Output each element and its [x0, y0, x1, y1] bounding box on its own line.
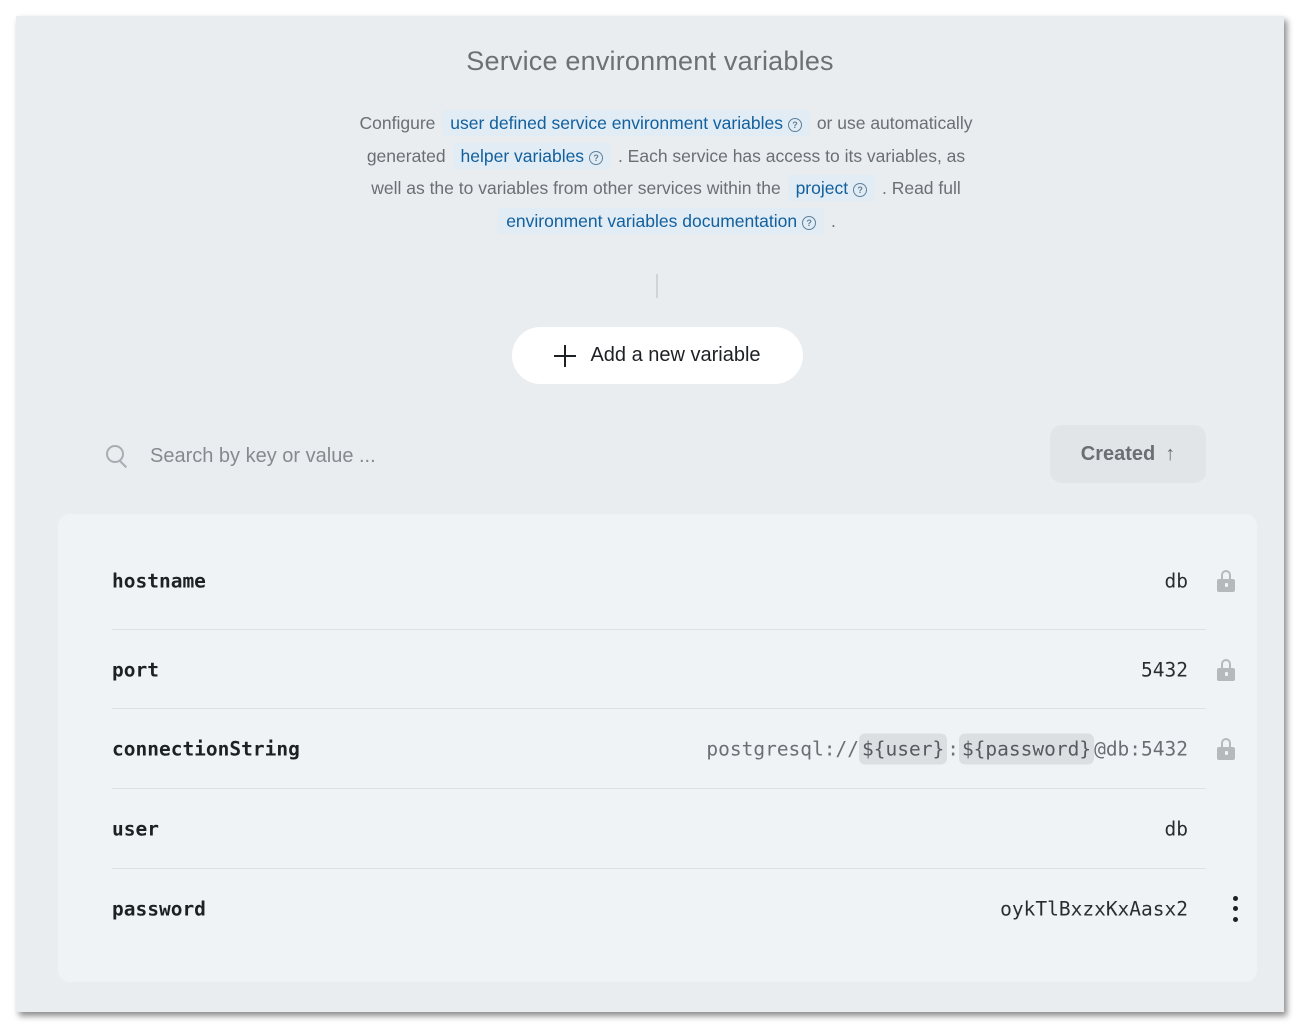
more-options-icon[interactable]: [1232, 895, 1238, 922]
project-link[interactable]: project?: [787, 175, 876, 201]
variable-row[interactable]: port 5432: [112, 629, 1235, 709]
plus-icon: [554, 344, 577, 367]
environment-variables-panel: Service environment variables Configure …: [16, 16, 1284, 1012]
user-defined-variables-link[interactable]: user defined service environment variabl…: [442, 110, 810, 136]
variable-key: password: [112, 897, 206, 920]
variable-value: db: [1164, 817, 1188, 840]
lock-icon: [1217, 570, 1235, 592]
variable-row[interactable]: hostname db: [112, 541, 1235, 621]
variable-reference: ${user}: [859, 733, 948, 764]
variable-value: 5432: [1141, 658, 1188, 681]
env-docs-link[interactable]: environment variables documentation?: [498, 207, 825, 234]
description-text-5: .: [830, 210, 836, 231]
help-icon: ?: [853, 183, 868, 197]
variable-key: hostname: [112, 569, 206, 593]
description-text-1: Configure: [359, 113, 436, 133]
sort-label: Created: [1080, 442, 1156, 465]
description: Configure user defined service environme…: [356, 107, 976, 237]
variable-row[interactable]: password oykTlBxzxKxAasx2: [112, 868, 1238, 948]
variable-value: db: [1164, 569, 1188, 593]
help-icon: ?: [787, 118, 802, 132]
search-icon: [104, 443, 130, 469]
variable-row[interactable]: connectionString postgresql://${user}: ${…: [112, 708, 1235, 788]
search-input[interactable]: [148, 443, 572, 469]
sort-button[interactable]: Created ↑: [1050, 425, 1206, 483]
variable-key: port: [112, 658, 159, 681]
variable-key: user: [112, 817, 159, 840]
variable-value: oykTlBxzxKxAasx2: [1000, 897, 1188, 920]
variable-reference: ${password}: [958, 733, 1095, 764]
helper-variables-link-label: helper variables: [460, 145, 585, 166]
value-separator: :: [947, 737, 959, 760]
variable-row[interactable]: user db: [112, 788, 1206, 868]
value-prefix: postgresql://: [706, 737, 859, 760]
help-icon: ?: [589, 150, 604, 165]
env-docs-link-label: environment variables documentation: [506, 210, 798, 231]
lock-icon: [1217, 737, 1235, 760]
variable-key: connectionString: [112, 737, 300, 760]
page-title: Service environment variables: [466, 46, 834, 76]
variable-value: postgresql://${user}: ${password} @db:5432: [706, 733, 1188, 764]
add-variable-label: Add a new variable: [590, 344, 761, 366]
value-suffix: @db:5432: [1094, 737, 1188, 760]
variables-table: hostname db port 5432 connectionString p…: [58, 514, 1257, 982]
vertical-divider: [656, 274, 658, 298]
search-bar: [104, 437, 604, 475]
lock-icon: [1217, 658, 1235, 681]
arrow-up-icon: ↑: [1165, 442, 1176, 465]
help-icon: ?: [802, 215, 817, 230]
description-text-4: . Read full: [881, 178, 961, 198]
project-link-label: project: [795, 178, 849, 198]
user-defined-variables-link-label: user defined service environment variabl…: [450, 113, 783, 133]
add-variable-button[interactable]: Add a new variable: [512, 327, 803, 384]
helper-variables-link[interactable]: helper variables?: [452, 142, 612, 169]
